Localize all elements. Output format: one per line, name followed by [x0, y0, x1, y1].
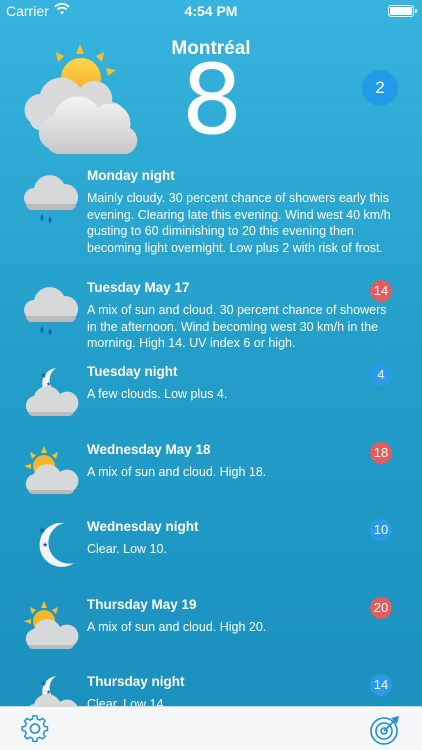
forecast-title: Wednesday night [87, 519, 199, 534]
high-temp-badge: 20 [370, 597, 392, 619]
low-temp-badge: 4 [370, 364, 392, 386]
battery-icon [388, 5, 417, 17]
cloud-rain-icon [24, 287, 79, 335]
forecast-description: A mix of sun and cloud. High 20. [87, 620, 267, 634]
moon-cloud-icon: ★ ★ [29, 676, 78, 706]
cloud-rain-icon [24, 175, 79, 223]
sun-cloud-icon [24, 601, 79, 649]
forecast-description: A few clouds. Low plus 4. [87, 387, 228, 401]
svg-text:★: ★ [38, 525, 46, 535]
current-conditions: Montréal 8 2 [0, 22, 422, 156]
status-time: 4:54 PM [184, 3, 238, 19]
high-temp-badge: 18 [370, 442, 392, 464]
svg-text:★: ★ [40, 371, 47, 380]
forecast-description: Mainly cloudy. 30 percent chance of show… [87, 191, 391, 255]
moon-cloud-icon: ★ ★ [25, 368, 79, 416]
moon-stars-icon: ★ ★ [38, 522, 74, 567]
bottom-toolbar [0, 706, 422, 750]
forecast-description: A mix of sun and cloud. High 18. [87, 465, 267, 479]
low-temp-badge: 10 [370, 519, 392, 541]
forecast-description: A mix of sun and cloud. 30 percent chanc… [87, 303, 387, 350]
high-temp-badge: 14 [370, 280, 392, 302]
low-temp-badge: 14 [370, 674, 392, 696]
forecast-title: Wednesday May 18 [87, 442, 211, 457]
forecast-title: Tuesday May 17 [87, 280, 190, 295]
forecast-title: Monday night [87, 168, 175, 183]
forecast-title: Thursday night [87, 674, 185, 689]
current-temp-badge[interactable]: 2 [362, 70, 398, 106]
sun-cloud-icon [24, 446, 79, 494]
gear-icon[interactable] [20, 714, 50, 744]
forecast-description: Clear. Low 14. [87, 697, 167, 706]
radar-icon[interactable] [369, 714, 401, 746]
forecast-title: Tuesday night [87, 364, 178, 379]
svg-text:★: ★ [40, 679, 47, 688]
forecast-list[interactable]: Monday night Mainly cloudy. 30 percent c… [0, 160, 422, 706]
status-bar: Carrier 4:54 PM [0, 0, 422, 22]
forecast-description: Clear. Low 10. [87, 542, 167, 556]
current-temperature: 8 [181, 44, 242, 156]
forecast-title: Thursday May 19 [87, 597, 197, 612]
svg-text:★: ★ [42, 541, 48, 549]
